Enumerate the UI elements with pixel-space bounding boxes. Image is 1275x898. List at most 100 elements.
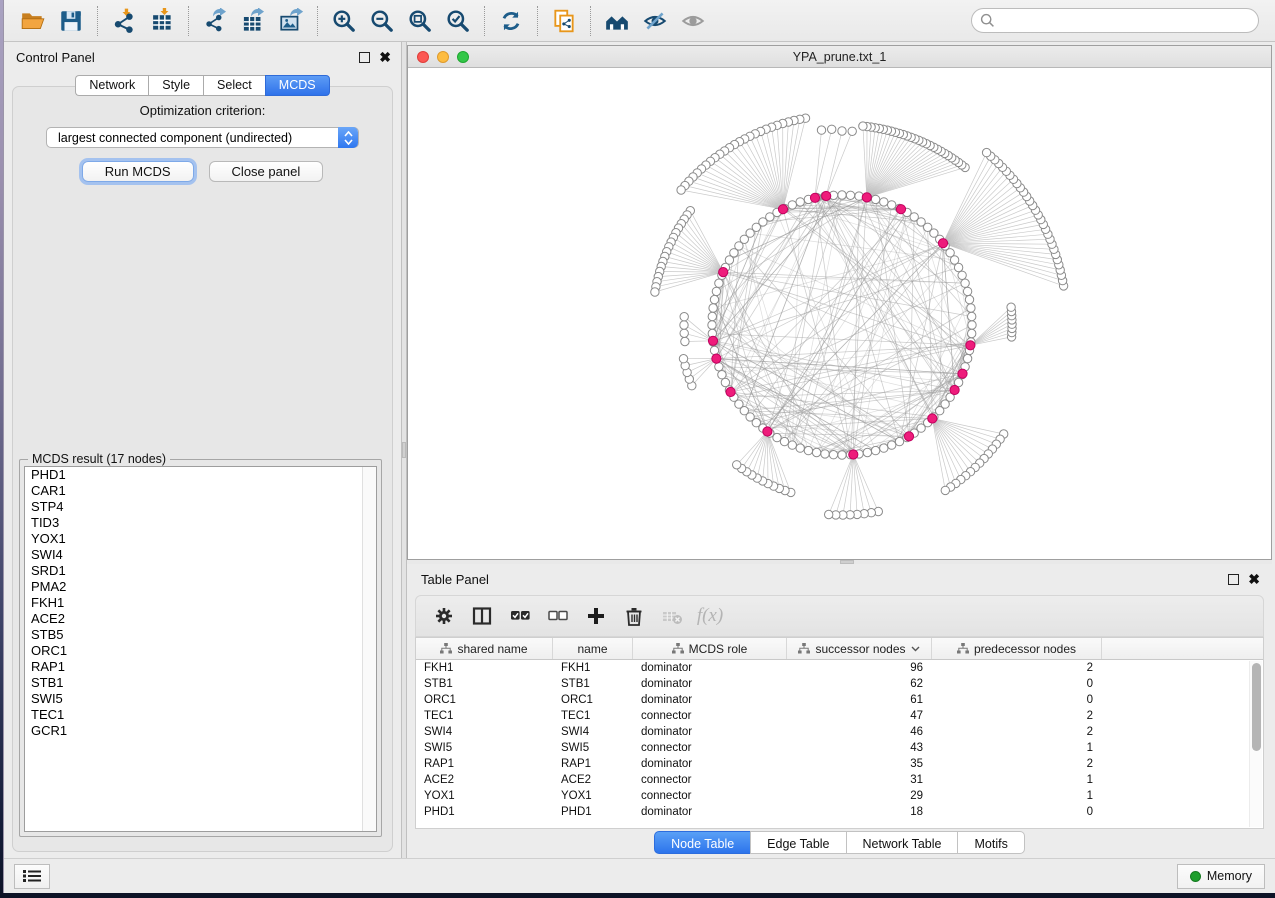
mcds-result-node[interactable]: SRD1 <box>25 563 376 579</box>
toolbar-separator <box>97 6 98 36</box>
optimization-criterion-select[interactable]: largest connected component (undirected) <box>46 127 359 148</box>
table-row[interactable]: RAP1RAP1dominator352 <box>416 756 1263 772</box>
tab-node-table[interactable]: Node Table <box>654 831 750 854</box>
mcds-result-node[interactable]: PHD1 <box>25 467 376 483</box>
mcds-result-node[interactable]: RAP1 <box>25 659 376 675</box>
table-row[interactable]: STB1STB1dominator620 <box>416 676 1263 692</box>
column-header-shared-name[interactable]: shared name <box>416 638 553 659</box>
mcds-result-node[interactable]: CAR1 <box>25 483 376 499</box>
mcds-result-list[interactable]: PHD1CAR1STP4TID3YOX1SWI4SRD1PMA2FKH1ACE2… <box>24 466 377 832</box>
table-scrollbar[interactable] <box>1249 661 1262 827</box>
mcds-result-node[interactable]: STB5 <box>25 627 376 643</box>
network-canvas[interactable] <box>408 68 1271 559</box>
export-image-button[interactable] <box>274 4 308 38</box>
table-row[interactable]: SWI5SWI5connector431 <box>416 740 1263 756</box>
zoom-in-button[interactable] <box>327 4 361 38</box>
mcds-result-node[interactable]: ORC1 <box>25 643 376 659</box>
zoom-out-button[interactable] <box>365 4 399 38</box>
cell-shared-name: TEC1 <box>416 710 553 722</box>
column-header-successor-nodes[interactable]: successor nodes <box>787 638 932 659</box>
table-row[interactable]: ACE2ACE2connector311 <box>416 772 1263 788</box>
deselect-all-button[interactable] <box>542 600 574 632</box>
delete-column-button[interactable] <box>618 600 650 632</box>
mcds-result-node[interactable]: ACE2 <box>25 611 376 627</box>
float-panel-icon[interactable] <box>1228 574 1239 585</box>
column-header-name[interactable]: name <box>553 638 633 659</box>
mcds-result-node[interactable]: YOX1 <box>25 531 376 547</box>
zoom-fit-button[interactable] <box>403 4 437 38</box>
tab-style[interactable]: Style <box>148 75 203 96</box>
table-row[interactable]: PHD1PHD1dominator180 <box>416 804 1263 820</box>
float-panel-icon[interactable] <box>359 52 370 63</box>
tab-network[interactable]: Network <box>75 75 148 96</box>
add-column-button[interactable] <box>580 600 612 632</box>
result-list-scrollbar[interactable] <box>362 467 376 831</box>
select-all-button[interactable] <box>504 600 536 632</box>
mcds-result-node[interactable]: STP4 <box>25 499 376 515</box>
table-row[interactable]: TEC1TEC1connector472 <box>416 708 1263 724</box>
cell-successor-nodes: 18 <box>787 806 932 818</box>
apply-layout-button[interactable] <box>494 4 528 38</box>
first-neighbors-button[interactable] <box>600 4 634 38</box>
export-network-button[interactable] <box>198 4 232 38</box>
tab-mcds[interactable]: MCDS <box>265 75 330 96</box>
cell-predecessor-nodes: 0 <box>932 806 1102 818</box>
cell-MCDS-role: dominator <box>633 806 787 818</box>
zoom-selected-button[interactable] <box>441 4 475 38</box>
delete-table-icon <box>661 605 683 627</box>
splitter-grip[interactable] <box>402 442 406 458</box>
network-graph[interactable] <box>408 68 1271 559</box>
show-columns-button[interactable] <box>466 600 498 632</box>
close-panel-icon[interactable]: ✖ <box>379 52 391 63</box>
save-session-button[interactable] <box>54 4 88 38</box>
table-row[interactable]: SWI4SWI4dominator462 <box>416 724 1263 740</box>
close-panel-button[interactable]: Close panel <box>209 161 324 182</box>
mcds-result-node[interactable]: TEC1 <box>25 707 376 723</box>
table-row[interactable]: ORC1ORC1dominator610 <box>416 692 1263 708</box>
delete-column-icon <box>623 605 645 627</box>
mcds-result-node[interactable]: SWI4 <box>25 547 376 563</box>
select-all-icon <box>509 605 531 627</box>
hide-selected-button[interactable] <box>638 4 672 38</box>
clone-network-button[interactable] <box>547 4 581 38</box>
task-history-button[interactable] <box>14 864 50 889</box>
table-row[interactable]: FKH1FKH1dominator962 <box>416 660 1263 676</box>
tab-network-table[interactable]: Network Table <box>846 831 958 854</box>
mcds-result-node[interactable]: FKH1 <box>25 595 376 611</box>
network-window-title: YPA_prune.txt_1 <box>408 50 1271 64</box>
mcds-result-title: MCDS result (17 nodes) <box>28 452 170 466</box>
export-table-button[interactable] <box>236 4 270 38</box>
table-settings-button[interactable] <box>428 600 460 632</box>
cell-shared-name: FKH1 <box>416 662 553 674</box>
import-network-button[interactable] <box>107 4 141 38</box>
show-all-button[interactable] <box>676 4 710 38</box>
search-icon <box>980 13 995 28</box>
column-header-MCDS-role[interactable]: MCDS role <box>633 638 787 659</box>
cell-name: ORC1 <box>553 694 633 706</box>
open-file-button[interactable] <box>16 4 50 38</box>
tab-select[interactable]: Select <box>203 75 265 96</box>
cell-name: YOX1 <box>553 790 633 802</box>
close-panel-icon[interactable]: ✖ <box>1248 574 1260 585</box>
hierarchy-icon <box>440 643 452 654</box>
mcds-result-node[interactable]: PMA2 <box>25 579 376 595</box>
mcds-tab-content: Optimization criterion: largest connecte… <box>12 86 393 852</box>
import-table-button[interactable] <box>145 4 179 38</box>
scrollbar-thumb[interactable] <box>1252 663 1261 751</box>
zoom-out-icon <box>369 8 395 34</box>
cell-name: TEC1 <box>553 710 633 722</box>
tab-motifs[interactable]: Motifs <box>957 831 1024 854</box>
memory-button[interactable]: Memory <box>1177 864 1265 889</box>
tab-edge-table[interactable]: Edge Table <box>750 831 845 854</box>
mcds-result-node[interactable]: SWI5 <box>25 691 376 707</box>
run-mcds-button[interactable]: Run MCDS <box>82 161 194 182</box>
table-row[interactable]: YOX1YOX1connector291 <box>416 788 1263 804</box>
search-input[interactable] <box>971 8 1259 33</box>
mcds-result-node[interactable]: STB1 <box>25 675 376 691</box>
column-header-predecessor-nodes[interactable]: predecessor nodes <box>932 638 1102 659</box>
cell-predecessor-nodes: 2 <box>932 758 1102 770</box>
cell-predecessor-nodes: 2 <box>932 710 1102 722</box>
cell-shared-name: ACE2 <box>416 774 553 786</box>
mcds-result-node[interactable]: TID3 <box>25 515 376 531</box>
mcds-result-node[interactable]: GCR1 <box>25 723 376 739</box>
